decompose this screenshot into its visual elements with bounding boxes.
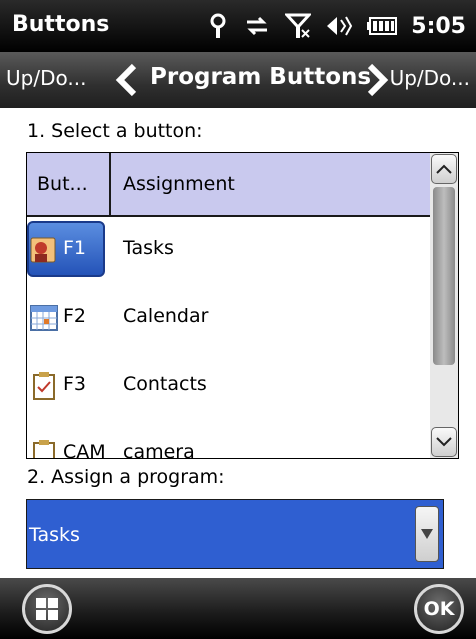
signal-icon bbox=[207, 13, 229, 39]
dropdown-arrow-icon[interactable] bbox=[415, 506, 439, 562]
tab-bar: Up/Do... Program Buttons Up/Do... bbox=[0, 52, 476, 108]
chevron-down-icon bbox=[436, 437, 452, 447]
list-header: But... Assignment bbox=[27, 153, 430, 217]
assignment-name: Contacts bbox=[123, 373, 207, 395]
assign-program-label: 2. Assign a program: bbox=[27, 466, 225, 488]
camera-icon bbox=[33, 440, 55, 458]
bottom-bar: OK bbox=[0, 578, 476, 639]
assignment-name: camera bbox=[123, 441, 195, 459]
list-item[interactable]: F2 Calendar bbox=[27, 285, 430, 353]
button-name: F1 bbox=[63, 237, 87, 259]
button-name: F2 bbox=[63, 305, 87, 327]
windows-logo-icon bbox=[36, 598, 58, 620]
program-select[interactable]: Tasks bbox=[26, 499, 444, 569]
program-select-value: Tasks bbox=[29, 524, 80, 546]
chevron-right-icon[interactable] bbox=[364, 62, 390, 98]
tab-next[interactable]: Up/Do... bbox=[390, 66, 470, 90]
list-item[interactable]: F3 Contacts bbox=[27, 353, 430, 421]
chevron-left-icon[interactable] bbox=[114, 62, 140, 98]
status-icons[interactable]: 5:05 bbox=[207, 0, 476, 52]
app-title: Buttons bbox=[12, 12, 110, 37]
assignment-name: Calendar bbox=[123, 305, 209, 327]
list-item[interactable]: F1 Tasks bbox=[27, 217, 430, 285]
sync-icon bbox=[243, 14, 271, 38]
tab-prev[interactable]: Up/Do... bbox=[6, 66, 86, 90]
volume-icon bbox=[325, 14, 353, 38]
list-scrollbar[interactable] bbox=[430, 153, 458, 458]
button-name: CAM bbox=[63, 441, 106, 459]
select-button-label: 1. Select a button: bbox=[27, 120, 203, 142]
ok-button[interactable]: OK bbox=[414, 584, 464, 634]
tasks-icon bbox=[30, 237, 56, 263]
scroll-up-button[interactable] bbox=[431, 154, 457, 184]
scroll-down-button[interactable] bbox=[431, 427, 457, 457]
calendar-icon bbox=[30, 305, 58, 331]
tab-current: Program Buttons bbox=[150, 64, 372, 90]
assignment-name: Tasks bbox=[123, 237, 174, 259]
column-divider bbox=[109, 153, 111, 215]
contacts-icon bbox=[33, 372, 55, 400]
battery-icon bbox=[367, 17, 398, 35]
scroll-thumb[interactable] bbox=[433, 187, 455, 365]
button-name: F3 bbox=[63, 373, 87, 395]
chevron-up-icon bbox=[436, 164, 452, 174]
button-list[interactable]: But... Assignment F1 Tasks F2 Calendar F… bbox=[26, 152, 459, 459]
start-button[interactable] bbox=[22, 584, 72, 634]
title-bar: Buttons 5:05 bbox=[0, 0, 476, 52]
column-header-assignment[interactable]: Assignment bbox=[123, 173, 235, 195]
no-signal-icon bbox=[285, 13, 312, 39]
list-item[interactable]: CAM camera bbox=[27, 421, 430, 459]
column-header-button[interactable]: But... bbox=[37, 173, 88, 195]
clock: 5:05 bbox=[411, 13, 466, 39]
